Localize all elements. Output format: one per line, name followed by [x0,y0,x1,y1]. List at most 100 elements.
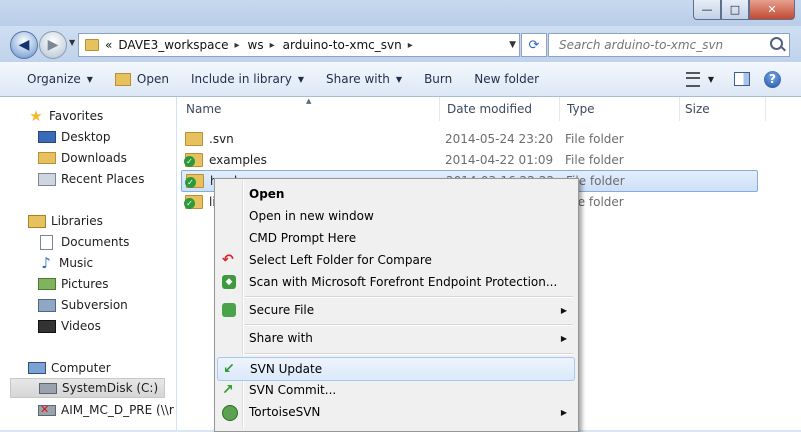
menu-item-open-new-window[interactable]: Open in new window [217,205,575,227]
open-folder-icon [114,72,131,86]
nav-documents[interactable]: Documents [38,232,129,252]
disk-drive-icon [39,382,57,394]
nav-computer[interactable]: Computer [28,358,111,378]
menu-label: Open in new window [249,209,374,223]
menu-item-scan[interactable]: ◆ Scan with Microsoft Forefront Endpoint … [217,271,575,293]
menu-item-cmd-prompt[interactable]: CMD Prompt Here [217,227,575,249]
open-label: Open [136,72,169,86]
nav-label: Desktop [61,130,111,144]
back-arrow-icon: ◀ [18,37,30,53]
svn-update-icon: ↙ [223,361,235,377]
navigation-pane: ★ Favorites Desktop Downloads Recent Plac… [0,97,177,430]
forward-button[interactable]: ▶ [39,31,67,59]
nav-system-disk[interactable]: SystemDisk (C:) [10,378,165,398]
share-with-button[interactable]: Share with ▼ [315,66,413,92]
nav-downloads[interactable]: Downloads [38,148,127,168]
open-button[interactable]: Open [104,66,180,92]
new-folder-button[interactable]: New folder [463,66,550,92]
breadcrumb-overflow[interactable]: « [105,38,112,52]
nav-network-drive[interactable]: AIM_MC_D_PRE (\\r [38,400,174,420]
downloads-folder-icon [38,152,56,164]
breadcrumb-separator-icon[interactable]: ▸ [270,40,275,51]
nav-recent-places[interactable]: Recent Places [38,169,144,189]
address-row: ◀ ▶ ▼ « DAVE3_workspace ▸ ws ▸ arduino-t… [0,26,801,62]
include-in-library-button[interactable]: Include in library ▼ [180,66,315,92]
breadcrumb-dave3-workspace[interactable]: DAVE3_workspace [118,38,228,52]
submenu-arrow-icon: ▶ [560,305,567,315]
preview-pane-icon[interactable] [734,72,750,86]
submenu-arrow-icon: ▶ [560,407,567,417]
document-icon [40,234,53,250]
menu-label: SVN Update [250,362,323,376]
svn-status-check-icon: ✓ [184,198,195,209]
menu-item-svn-update[interactable]: ↙ SVN Update [217,357,575,381]
column-header-date-modified[interactable]: Date modified [447,97,560,121]
search-box[interactable] [548,33,790,57]
nav-label: Favorites [49,109,104,123]
desktop-icon [38,131,56,143]
nav-music[interactable]: ♪ Music [38,253,93,273]
burn-label: Burn [424,72,453,86]
breadcrumb-separator-icon[interactable]: ▸ [408,40,413,51]
new-folder-label: New folder [474,72,540,86]
search-icon [770,37,783,50]
nav-libraries[interactable]: Libraries [28,211,103,231]
address-bar[interactable]: « DAVE3_workspace ▸ ws ▸ arduino-to-xmc_… [78,33,520,57]
nav-label: Libraries [51,214,103,228]
menu-item-open[interactable]: Open [217,183,575,205]
file-name: examples [209,153,267,167]
forefront-shield-icon: ◆ [222,275,236,289]
menu-item-select-left-folder[interactable]: ↶ Select Left Folder for Compare [217,249,575,271]
maximize-button[interactable]: □ [721,0,749,20]
view-options-icon[interactable] [685,71,700,87]
breadcrumb-separator-icon[interactable]: ▸ [234,40,239,51]
nav-subversion[interactable]: Subversion [38,295,128,315]
organize-button[interactable]: Organize ▼ [16,66,104,92]
svn-status-check-icon: ✓ [185,177,196,188]
svn-folder-icon: ✓ [185,174,204,188]
nav-videos[interactable]: Videos [38,316,101,336]
breadcrumb-ws[interactable]: ws [248,38,264,52]
video-icon [38,319,56,333]
nav-label: Pictures [61,277,109,291]
include-in-library-label: Include in library [190,72,292,86]
file-row[interactable]: .svn 2014-05-24 23:20 File folder [181,129,756,149]
recent-pages-dropdown[interactable]: ▼ [69,38,75,47]
help-icon[interactable]: ? [764,70,781,88]
disconnected-network-drive-icon [38,403,56,416]
menu-item-secure-file[interactable]: Secure File ▶ [217,299,575,321]
file-type: File folder [565,195,624,209]
compare-undo-icon: ↶ [222,252,234,268]
chevron-down-icon: ▼ [297,74,304,84]
menu-item-svn-commit[interactable]: ↗ SVN Commit... [217,379,575,401]
nav-favorites[interactable]: ★ Favorites [28,106,103,126]
pictures-icon [38,278,56,290]
column-header-size[interactable]: Size [685,97,766,121]
star-icon: ★ [29,106,43,125]
chevron-down-icon[interactable]: ▼ [708,75,714,84]
organize-label: Organize [27,72,81,86]
column-header-name[interactable]: Name [186,97,440,121]
title-bar: — □ ✕ [0,0,801,26]
menu-separator [245,353,573,355]
menu-item-tortoisesvn[interactable]: TortoiseSVN ▶ [217,401,575,423]
nav-pictures[interactable]: Pictures [38,274,109,294]
burn-button[interactable]: Burn [413,66,463,92]
nav-label: Videos [61,319,101,333]
minimize-button[interactable]: — [693,0,721,20]
address-dropdown-icon[interactable]: ▼ [509,40,516,50]
search-input[interactable] [557,37,771,53]
breadcrumb-arduino-to-xmc-svn[interactable]: arduino-to-xmc_svn [283,38,402,52]
close-button[interactable]: ✕ [749,0,795,20]
menu-label: Secure File [249,303,315,317]
menu-separator [245,296,573,298]
nav-desktop[interactable]: Desktop [38,127,111,147]
refresh-button[interactable]: ⟳ [521,33,547,57]
file-type: File folder [566,174,625,188]
column-header-type[interactable]: Type [567,97,680,121]
back-button[interactable]: ◀ [10,31,38,59]
tortoisesvn-icon [222,405,238,421]
file-row[interactable]: ✓ examples 2014-04-22 01:09 File folder [181,150,756,170]
menu-label: TortoiseSVN [249,405,321,419]
menu-item-share-with[interactable]: Share with ▶ [217,327,575,349]
